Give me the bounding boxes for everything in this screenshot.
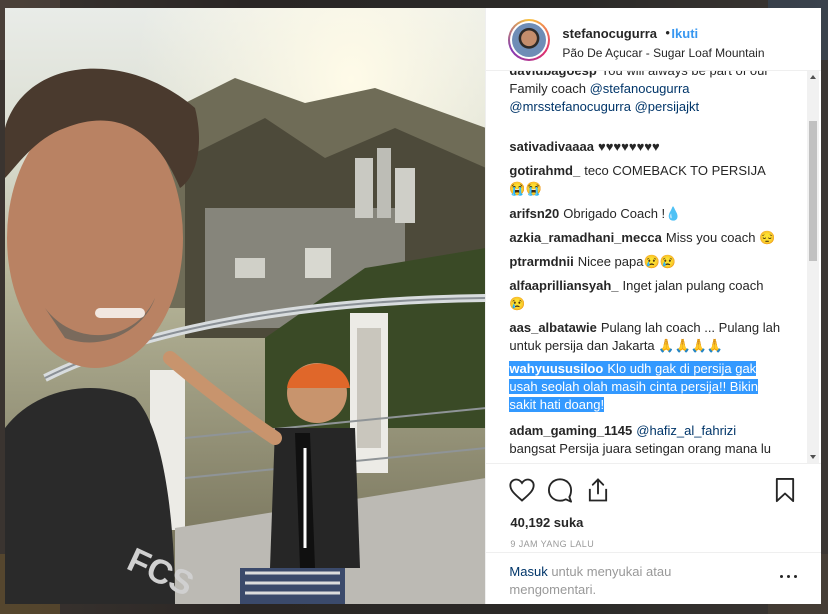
comment-username[interactable]: aas_albatawie (509, 320, 596, 335)
comment-text: Obrigado Coach !💧 (563, 206, 682, 221)
separator-dot: • (665, 25, 670, 40)
comment-username[interactable]: sativadivaaaa (509, 139, 594, 154)
comment-item: gotirahmd_ teco COMEBACK TO PERSIJA😭😭 (509, 162, 781, 198)
post-modal: FCS stefanocugurra • Ikuti Pão De Açucar… (5, 8, 822, 605)
avatar[interactable] (508, 19, 551, 61)
comment-username[interactable]: gotirahmd_ (509, 163, 580, 178)
comment-username[interactable]: wahyuususiloo (509, 361, 603, 376)
post-side-panel: stefanocugurra • Ikuti Pão De Açucar - S… (485, 8, 822, 605)
scroll-up-arrow-icon[interactable] (810, 75, 817, 79)
login-prompt: Masuk untuk menyukai atau mengomentari. (509, 563, 759, 599)
comment-item: adam_gaming_1145 @hafiz_al_fahrizi bangsa… (509, 422, 781, 458)
comment-username[interactable]: davidbagoesp (509, 71, 596, 78)
post-timestamp[interactable]: 9 JAM YANG LALU (510, 539, 594, 549)
comment-username[interactable]: adam_gaming_1145 (509, 423, 632, 438)
comment-username[interactable]: azkia_ramadhani_mecca (509, 230, 661, 245)
heart-icon[interactable] (508, 476, 536, 504)
share-icon[interactable] (584, 476, 612, 504)
comment-item: alfaaprilliansyah_ Inget jalan pulang coa… (509, 277, 781, 313)
comment-username[interactable]: alfaaprilliansyah_ (509, 278, 618, 293)
comment-item: davidbagoespYou will always be part of o… (509, 71, 781, 116)
post-footer: Masuk untuk menyukai atau mengomentari. (486, 552, 822, 605)
comment-text: Miss you coach 😔 (665, 230, 776, 245)
comment-text: ♥♥♥♥♥♥♥♥ (597, 139, 660, 154)
more-options-icon[interactable] (778, 571, 800, 583)
comment-username[interactable]: ptrarmdnii (509, 254, 573, 269)
post-actions: 40,192 suka 9 JAM YANG LALU (486, 463, 822, 553)
comments-list[interactable]: davidbagoespYou will always be part of o… (486, 71, 821, 463)
comment-text: bangsat Persija juara setingan orang man… (509, 441, 772, 456)
likes-count[interactable]: 40,192 suka (510, 515, 583, 530)
comment-item: azkia_ramadhani_mecca Miss you coach 😔 (509, 229, 781, 247)
comment-text: Nicee papa😢😢 (577, 254, 676, 269)
comment-username[interactable]: arifsn20 (509, 206, 559, 221)
scroll-down-arrow-icon[interactable] (810, 455, 817, 459)
username-link[interactable]: stefanocugurra (562, 26, 657, 41)
comment-item: sativadivaaaa ♥♥♥♥♥♥♥♥ (509, 138, 781, 156)
location-link[interactable]: Pão De Açucar - Sugar Loaf Mountain (562, 46, 764, 60)
follow-button[interactable]: Ikuti (671, 26, 698, 41)
scrollbar-thumb[interactable] (809, 121, 818, 261)
post-photo: FCS (5, 8, 486, 604)
comment-item: aas_albatawie Pulang lah coach ... Pulang… (509, 319, 781, 355)
photo-illustration: FCS (5, 8, 486, 604)
comments-scrollbar[interactable] (807, 71, 820, 463)
bookmark-icon[interactable] (771, 476, 799, 504)
post-header: stefanocugurra • Ikuti Pão De Açucar - S… (486, 8, 822, 71)
login-link[interactable]: Masuk (509, 564, 547, 579)
comment-icon[interactable] (546, 476, 574, 504)
comment-item: arifsn20 Obrigado Coach !💧 (509, 205, 781, 223)
comment-item: ptrarmdnii Nicee papa😢😢 (509, 253, 781, 271)
comment-item-selected: wahyuususiloo Klo udh gak di persija gak … (509, 360, 781, 414)
comment-mention[interactable]: @hafiz_al_fahrizi (636, 423, 736, 438)
